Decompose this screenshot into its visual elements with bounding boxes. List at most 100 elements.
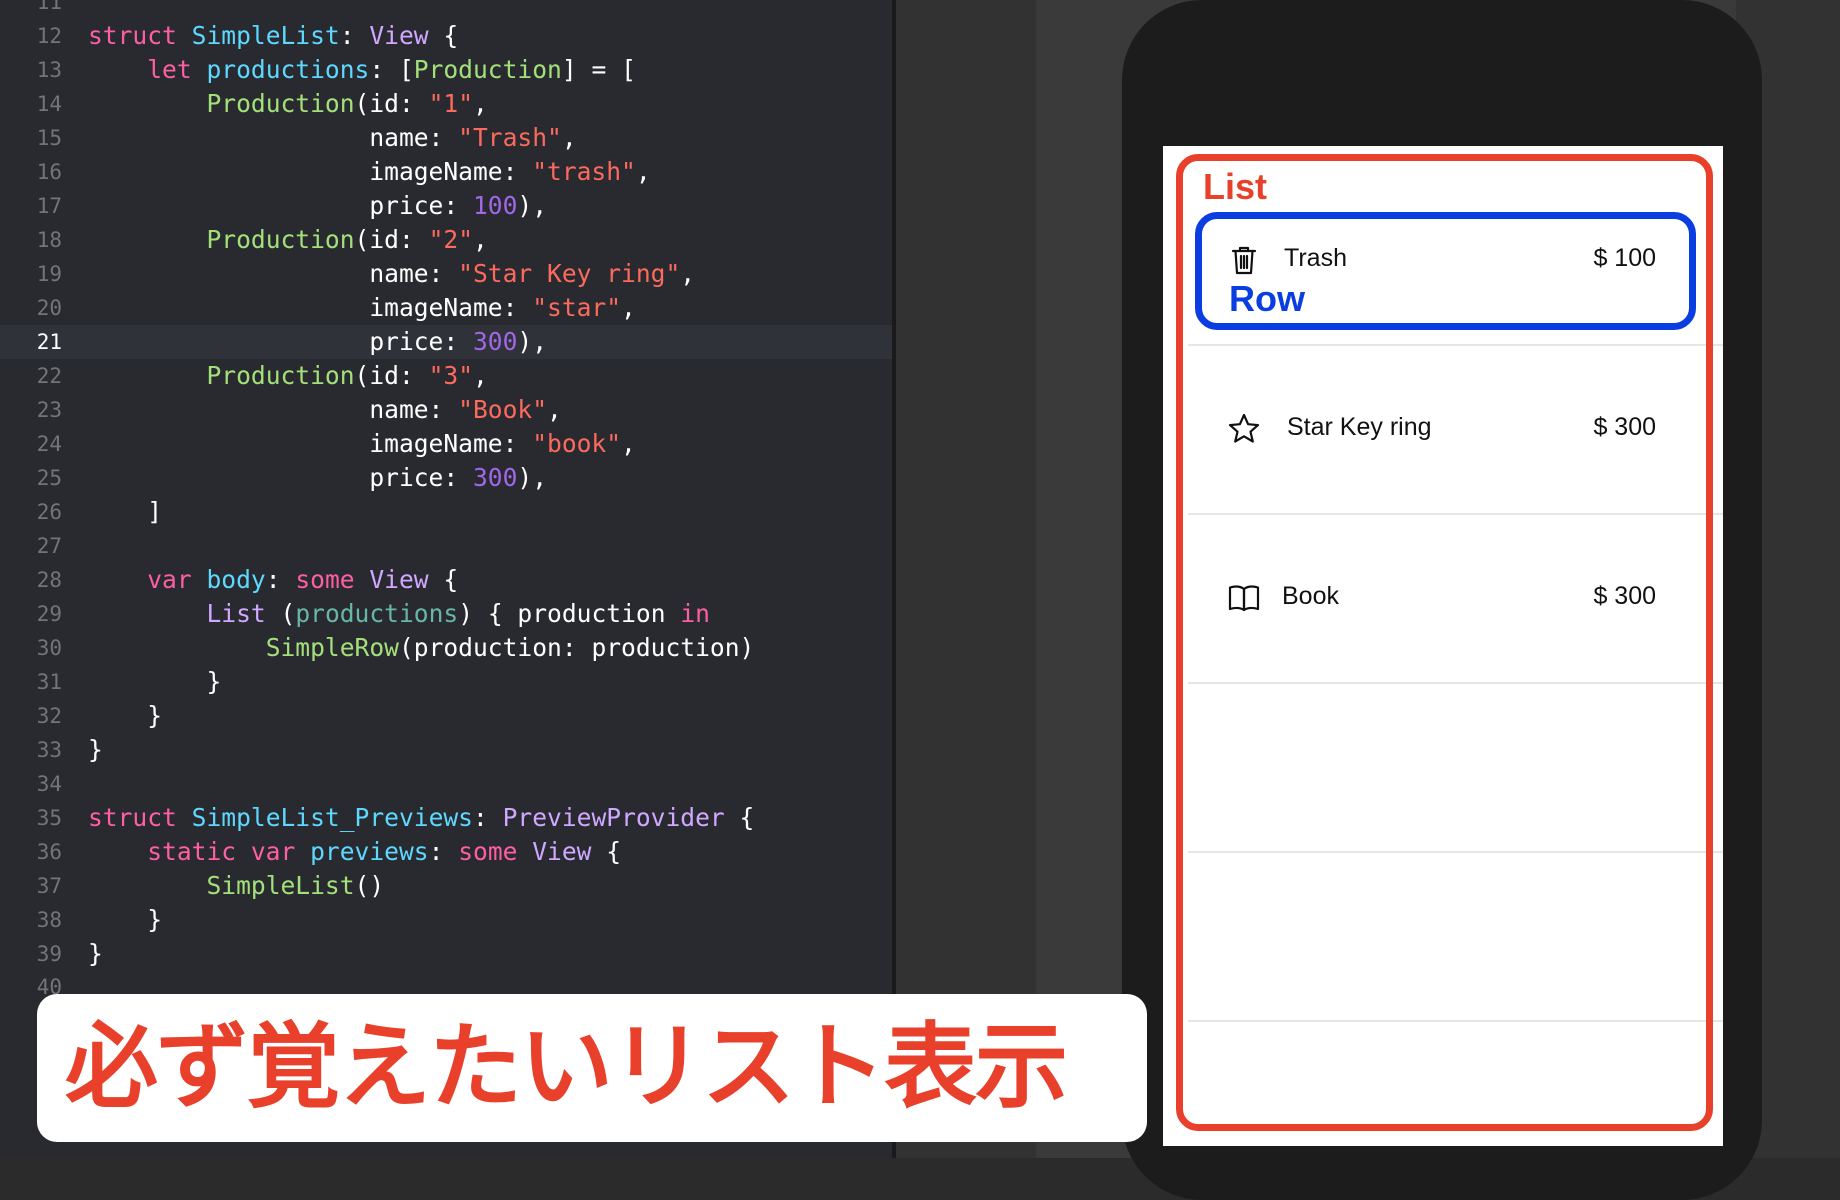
code-token: 100: [472, 191, 518, 220]
code-token: ,: [473, 225, 488, 254]
code-token: name:: [88, 395, 459, 424]
code-text: }: [88, 665, 221, 699]
code-line[interactable]: 24 imageName: "book",: [0, 427, 892, 461]
line-number: 25: [36, 466, 62, 490]
code-token: "3": [428, 361, 474, 390]
code-line[interactable]: 16 imageName: "trash",: [0, 155, 892, 189]
code-line[interactable]: 27: [0, 529, 892, 563]
code-line[interactable]: 29 List (productions) { production in: [0, 597, 892, 631]
code-token: {: [591, 837, 622, 866]
code-token: : [: [369, 55, 414, 84]
code-line[interactable]: 14 Production(id: "1",: [0, 87, 892, 121]
code-token: :: [265, 565, 296, 594]
code-token: ,: [561, 123, 577, 152]
code-token: "star": [532, 293, 622, 322]
line-number: 23: [36, 398, 62, 422]
code-token: (): [354, 871, 385, 900]
banner-title: 必ず覚えたいリスト表示: [65, 1013, 1068, 1121]
code-token: "Trash": [458, 123, 562, 152]
code-line[interactable]: 31 }: [0, 665, 892, 699]
code-token: ,: [621, 429, 636, 458]
code-line[interactable]: 13 let productions: [Production] = [: [0, 53, 892, 87]
code-line[interactable]: 19 name: "Star Key ring",: [0, 257, 892, 291]
code-token: }: [88, 735, 103, 764]
code-token: let: [88, 55, 207, 84]
title-banner: 必ず覚えたいリスト表示: [37, 994, 1147, 1142]
code-line[interactable]: 30 SimpleRow(production: production): [0, 631, 892, 665]
code-text: ]: [88, 495, 162, 529]
code-line[interactable]: 34: [0, 767, 892, 801]
line-number: 33: [36, 738, 62, 762]
code-token: "trash": [532, 157, 636, 186]
code-token: }: [88, 905, 163, 934]
code-line[interactable]: 12 struct SimpleList: View {: [0, 19, 892, 53]
code-text: imageName: "book",: [88, 427, 636, 461]
code-text: }: [88, 903, 162, 937]
code-token: struct: [88, 803, 192, 832]
code-token: Production: [206, 89, 355, 118]
code-token: ) { production: [458, 599, 681, 628]
code-line[interactable]: 15 name: "Trash",: [0, 121, 892, 155]
code-line[interactable]: 35 struct SimpleList_Previews: PreviewPro…: [0, 801, 892, 835]
code-line[interactable]: 21 price: 300),: [0, 325, 892, 359]
code-line[interactable]: 23 name: "Book",: [0, 393, 892, 427]
code-token: }: [88, 939, 103, 968]
code-token: SimpleList: [191, 21, 340, 50]
line-number: 22: [36, 364, 62, 388]
code-token: imageName:: [88, 429, 533, 458]
code-token: ,: [680, 259, 696, 288]
code-token: Production: [413, 55, 562, 84]
code-text: struct SimpleList_Previews: PreviewProvi…: [88, 801, 754, 835]
code-text: name: "Star Key ring",: [88, 257, 695, 291]
line-number: 21: [36, 330, 62, 354]
line-number: 38: [36, 908, 62, 932]
code-editor[interactable]: 11 12 struct SimpleList: View {13 let pro…: [0, 0, 892, 1158]
code-text: Production(id: "3",: [88, 359, 488, 393]
code-token: productions: [206, 55, 370, 84]
code-line[interactable]: 25 price: 300),: [0, 461, 892, 495]
code-token: ]: [88, 497, 163, 526]
code-token: ),: [517, 191, 548, 220]
line-number: 32: [36, 704, 62, 728]
code-token: Production: [206, 225, 355, 254]
line-number: 20: [36, 296, 62, 320]
code-line[interactable]: 37 SimpleList(): [0, 869, 892, 903]
code-token: var: [88, 565, 207, 594]
code-token: 300: [472, 463, 518, 492]
code-line[interactable]: 33}: [0, 733, 892, 767]
code-token: productions: [295, 599, 459, 628]
code-token: static var: [88, 837, 311, 866]
code-line[interactable]: 38 }: [0, 903, 892, 937]
code-token: }: [88, 667, 222, 696]
code-line[interactable]: 26 ]: [0, 495, 892, 529]
code-token: ,: [473, 89, 488, 118]
code-token: (id:: [354, 89, 429, 118]
code-token: (production: production): [398, 633, 755, 662]
code-line[interactable]: 39}: [0, 937, 892, 971]
code-text: List (productions) { production in: [88, 597, 709, 631]
code-line[interactable]: 22 Production(id: "3",: [0, 359, 892, 393]
code-token: ,: [473, 361, 488, 390]
code-token: {: [724, 803, 755, 832]
code-token: 300: [472, 327, 518, 356]
code-line[interactable]: 20 imageName: "star",: [0, 291, 892, 325]
code-line[interactable]: 32 }: [0, 699, 892, 733]
code-token: name:: [88, 123, 459, 152]
code-token: price:: [88, 463, 473, 492]
line-number: 18: [36, 228, 62, 252]
code-token: ] = [: [561, 55, 636, 84]
code-token: (id:: [354, 361, 429, 390]
code-token: PreviewProvider: [502, 803, 725, 832]
code-token: ,: [621, 293, 636, 322]
code-line[interactable]: 18 Production(id: "2",: [0, 223, 892, 257]
code-line[interactable]: 36 static var previews: some View {: [0, 835, 892, 869]
code-token: imageName:: [88, 157, 533, 186]
code-token: }: [88, 701, 163, 730]
code-line[interactable]: 17 price: 100),: [0, 189, 892, 223]
code-text: }: [88, 937, 103, 971]
code-line[interactable]: 28 var body: some View {: [0, 563, 892, 597]
code-token: (id:: [354, 225, 429, 254]
list-annotation-label: List: [1203, 166, 1268, 207]
